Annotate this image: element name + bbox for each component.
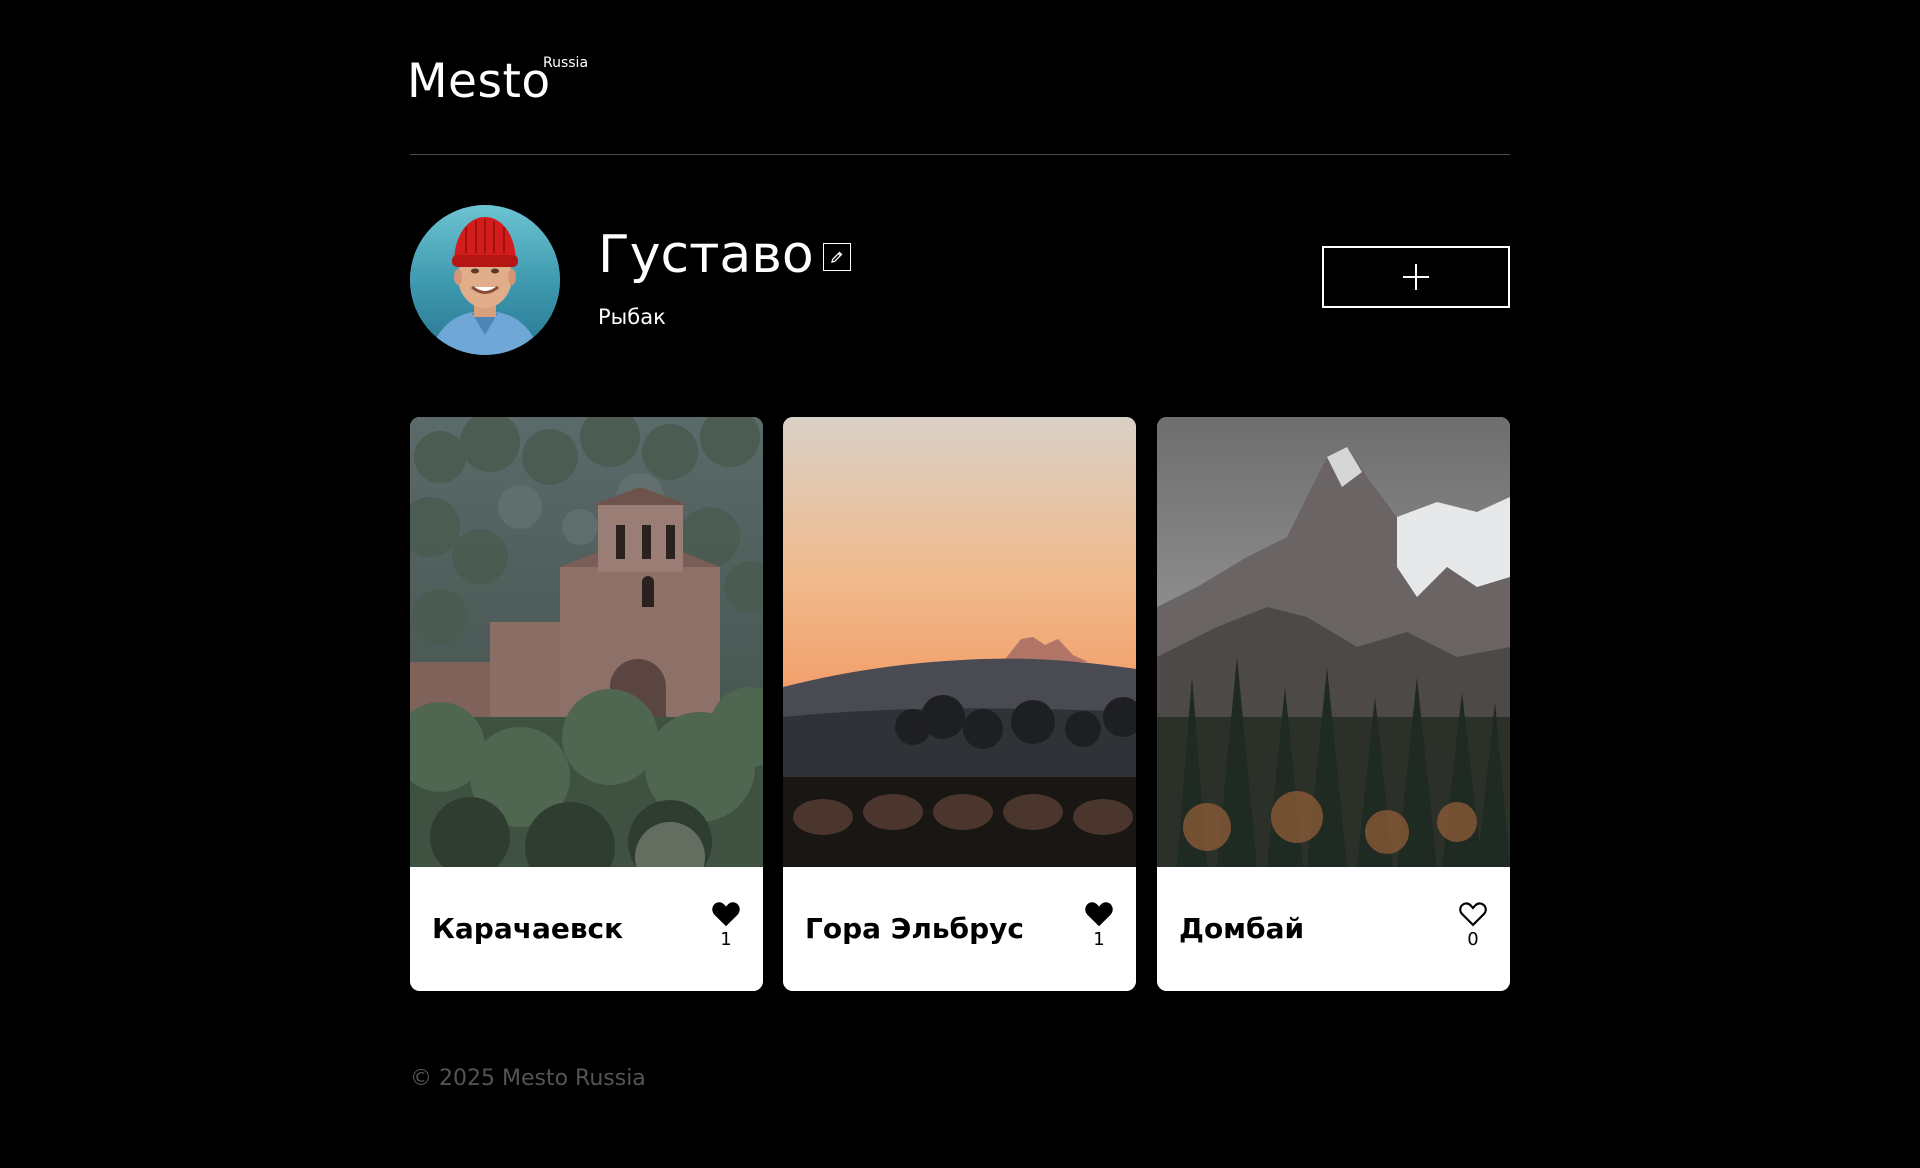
profile-name: Густаво <box>598 225 814 285</box>
card-title: Гора Эльбрус <box>805 912 1024 945</box>
card-image[interactable] <box>783 417 1136 867</box>
logo-superscript: Russia <box>543 55 589 71</box>
card-footer: Домбай 0 <box>1157 867 1510 991</box>
card-photo-karachaevsk <box>410 417 763 867</box>
like-count: 1 <box>1093 929 1105 950</box>
avatar[interactable] <box>410 205 560 355</box>
edit-profile-button[interactable] <box>823 243 851 271</box>
copyright: © 2025 Mesto Russia <box>410 1066 646 1091</box>
like-button[interactable] <box>1084 900 1114 928</box>
card-photo-dombai <box>1157 417 1510 867</box>
like-container: 1 <box>1082 900 1116 950</box>
card: Домбай 0 <box>1157 417 1510 991</box>
card-photo-elbrus <box>783 417 1136 867</box>
heart-outline-icon <box>1459 902 1487 927</box>
card-image[interactable] <box>1157 417 1510 867</box>
heart-filled-icon <box>712 902 740 927</box>
heart-filled-icon <box>1085 902 1113 927</box>
card-footer: Гора Эльбрус 1 <box>783 867 1136 991</box>
like-button[interactable] <box>1458 900 1488 928</box>
cards-grid: Карачаевск 1 Гора Эльбрус 1 Домбай 0 <box>410 417 1510 991</box>
like-count: 0 <box>1467 929 1479 950</box>
plus-icon <box>1403 264 1429 290</box>
like-count: 1 <box>720 929 732 950</box>
logo-text: Mesto <box>407 54 551 109</box>
card-image[interactable] <box>410 417 763 867</box>
avatar-image <box>410 205 560 355</box>
card-footer: Карачаевск 1 <box>410 867 763 991</box>
card-title: Карачаевск <box>432 912 624 945</box>
like-container: 0 <box>1456 900 1490 950</box>
profile-about: Рыбак <box>598 305 666 329</box>
add-card-button[interactable] <box>1322 246 1510 308</box>
card: Карачаевск 1 <box>410 417 763 991</box>
footer: © 2025 Mesto Russia <box>410 1066 646 1091</box>
pencil-icon <box>831 251 843 263</box>
like-button[interactable] <box>711 900 741 928</box>
header: Mesto Russia <box>407 52 1510 155</box>
card: Гора Эльбрус 1 <box>783 417 1136 991</box>
header-divider <box>410 154 1510 155</box>
logo: Mesto <box>407 52 551 112</box>
profile: Густаво Рыбак <box>410 205 1510 355</box>
card-title: Домбай <box>1179 912 1305 945</box>
like-container: 1 <box>709 900 743 950</box>
